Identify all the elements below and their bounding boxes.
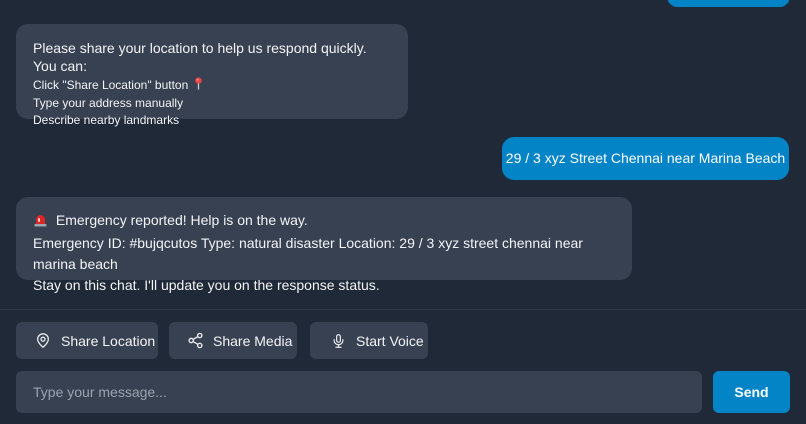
message-option: Click "Share Location" button: [33, 77, 391, 95]
share-icon: [186, 332, 204, 350]
share-media-button[interactable]: Share Media: [169, 322, 297, 359]
option-text: Click "Share Location" button: [33, 78, 189, 92]
map-pin-icon: [34, 332, 52, 350]
chat-messages: Please share your location to help us re…: [0, 0, 806, 309]
message-text: Emergency reported! Help is on the way.: [55, 212, 308, 228]
button-label: Share Media: [213, 332, 293, 349]
message-text: 29 / 3 xyz Street Chennai near Marina Be…: [505, 150, 786, 166]
bot-message-location-request: Please share your location to help us re…: [16, 24, 408, 127]
message-option: Describe nearby landmarks: [33, 113, 180, 127]
user-message-address: 29 / 3 xyz Street Chennai near Marina Be…: [502, 137, 789, 180]
start-voice-button[interactable]: Start Voice: [310, 322, 428, 359]
bot-message-confirmation: Emergency reported! Help is on the way. …: [16, 197, 632, 293]
message-line: Stay on this chat. I'll update you on th…: [33, 277, 380, 293]
message-line: Emergency reported! Help is on the way.: [33, 210, 615, 233]
siren-icon: [33, 212, 48, 233]
share-location-button[interactable]: Share Location: [16, 322, 158, 359]
pin-icon: [194, 77, 203, 95]
message-text: Please share your location to help us re…: [33, 40, 367, 74]
button-label: Share Location: [61, 332, 156, 349]
message-line: Emergency ID: #bujqcutos Type: natural d…: [33, 235, 583, 272]
microphone-icon: [329, 332, 347, 350]
message-option: Type your address manually: [33, 96, 184, 110]
message-input[interactable]: [16, 371, 702, 413]
user-message-bubble-partial: [667, 0, 790, 7]
button-label: Start Voice: [356, 332, 424, 349]
send-button[interactable]: Send: [713, 371, 790, 413]
divider: [0, 309, 806, 310]
